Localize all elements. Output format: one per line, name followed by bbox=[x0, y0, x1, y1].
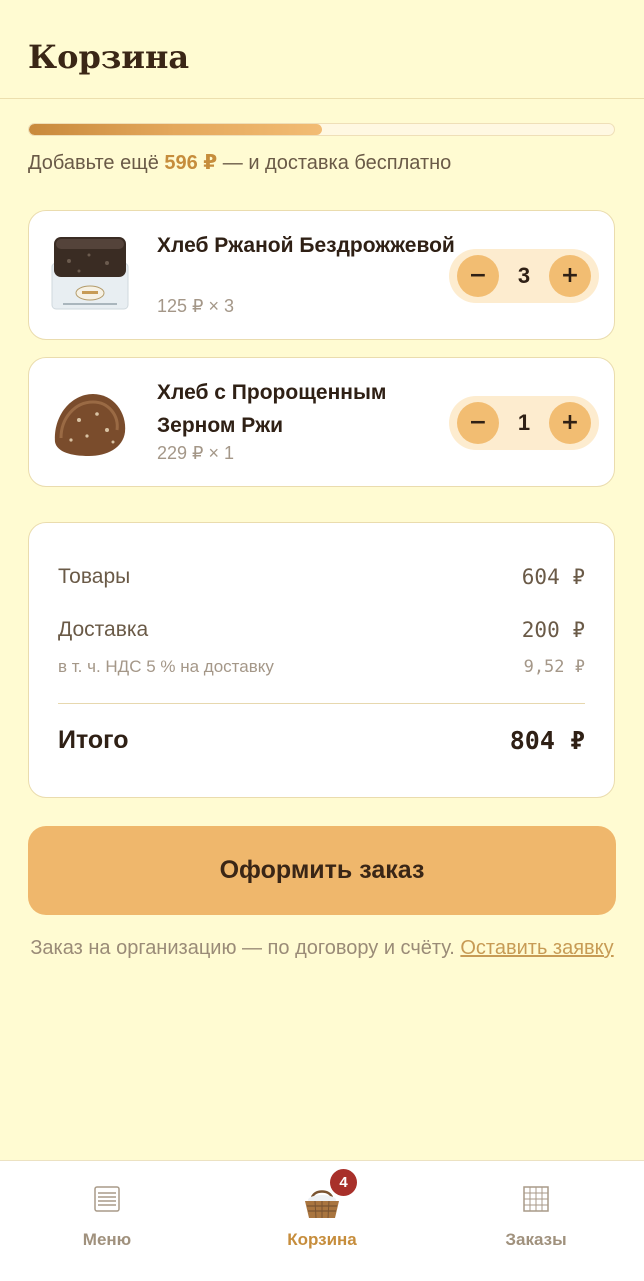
delivery-value: 200 ₽ bbox=[521, 618, 585, 642]
quantity-stepper: − 3 + bbox=[449, 249, 599, 303]
checkout-button[interactable]: Оформить заказ bbox=[28, 826, 616, 915]
cart-item: Хлеб с Пророщенным Зерном Ржи 229 ₽ × 1 … bbox=[28, 357, 615, 487]
goods-label: Товары bbox=[58, 565, 131, 588]
page-title: Корзина bbox=[28, 38, 190, 76]
leave-request-link[interactable]: Оставить заявку bbox=[460, 937, 613, 959]
menu-list-icon bbox=[94, 1186, 120, 1212]
free-delivery-progress-bar bbox=[28, 123, 615, 136]
item-price: 125 ₽ × 3 bbox=[157, 296, 235, 316]
summary-divider bbox=[58, 703, 585, 704]
free-delivery-hint: Добавьте ещё 596 ₽ — и доставка бесплатн… bbox=[28, 152, 452, 174]
round-sprouted-rye-bread-photo bbox=[54, 394, 126, 456]
app-header: Корзина bbox=[0, 0, 644, 99]
increase-quantity-button[interactable]: + bbox=[549, 255, 591, 297]
tab-menu[interactable]: Меню bbox=[0, 1161, 214, 1281]
tab-label: Заказы bbox=[505, 1230, 567, 1249]
tab-orders[interactable]: Заказы bbox=[429, 1161, 643, 1281]
organization-note-text: Заказ на организацию — по договору и счё… bbox=[30, 937, 461, 959]
organization-order-note: Заказ на организацию — по договору и счё… bbox=[28, 932, 616, 964]
tab-cart[interactable]: 4 Корзина bbox=[215, 1161, 429, 1281]
cart-count-badge: 4 bbox=[330, 1169, 357, 1196]
vat-label: в т. ч. НДС 5 % на доставку bbox=[58, 657, 274, 676]
total-label: Итого bbox=[58, 726, 129, 754]
vat-value: 9,52 ₽ bbox=[523, 657, 585, 677]
item-name: Хлеб Ржаной Бездрожжевой bbox=[157, 234, 455, 257]
goods-value: 604 ₽ bbox=[521, 565, 585, 589]
delivery-label: Доставка bbox=[58, 618, 149, 641]
increase-quantity-button[interactable]: + bbox=[549, 402, 591, 444]
tab-label: Меню bbox=[82, 1230, 132, 1249]
order-summary: Товары 604 ₽ Доставка 200 ₽ в т. ч. НДС … bbox=[28, 522, 615, 798]
quantity-value: 1 bbox=[517, 410, 531, 435]
remaining-amount: 596 ₽ bbox=[164, 152, 218, 174]
item-price: 229 ₽ × 1 bbox=[157, 443, 235, 463]
quantity-stepper: − 1 + bbox=[449, 396, 599, 450]
total-value: 804 ₽ bbox=[509, 726, 585, 755]
orders-grid-icon bbox=[523, 1186, 549, 1212]
rye-bread-loaf-photo bbox=[51, 237, 129, 310]
quantity-value: 3 bbox=[517, 263, 531, 288]
progress-fill bbox=[29, 124, 322, 135]
cart-item: Хлеб Ржаной Бездрожжевой 125 ₽ × 3 − 3 + bbox=[28, 210, 615, 340]
bottom-tab-bar: Меню 4 Корзина Заказы bbox=[0, 1160, 644, 1281]
tab-label: Корзина bbox=[287, 1230, 357, 1249]
item-name: Хлеб с Пророщенным Зерном Ржи bbox=[157, 381, 387, 437]
